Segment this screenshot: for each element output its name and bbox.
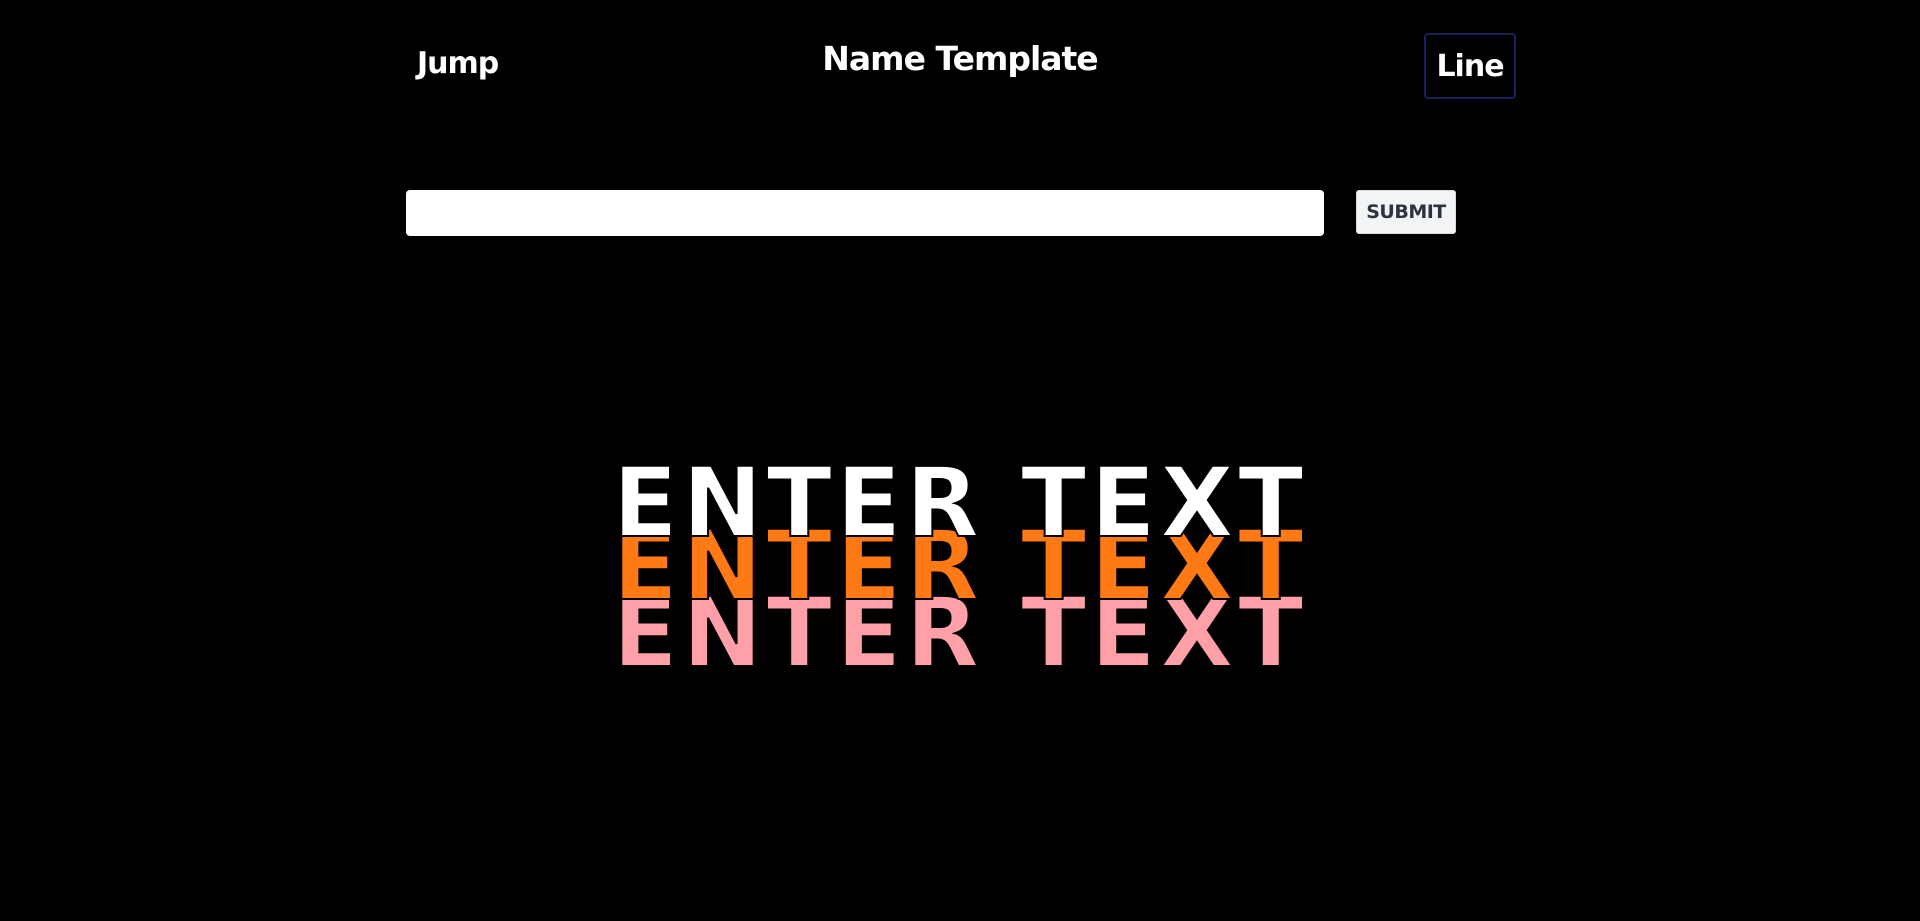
submit-button[interactable]: SUBMIT [1356,190,1456,234]
nav-link-line[interactable]: Line [1424,33,1516,99]
page: Jump Name Template Line SUBMIT ENTER TEX… [0,0,1920,921]
page-title: Name Template [822,39,1098,78]
name-text-input[interactable] [406,190,1324,236]
preview-line-white: ENTER TEXT [612,447,1308,559]
text-preview-stack: ENTER TEXT ENTER TEXT ENTER TEXT [0,447,1920,685]
